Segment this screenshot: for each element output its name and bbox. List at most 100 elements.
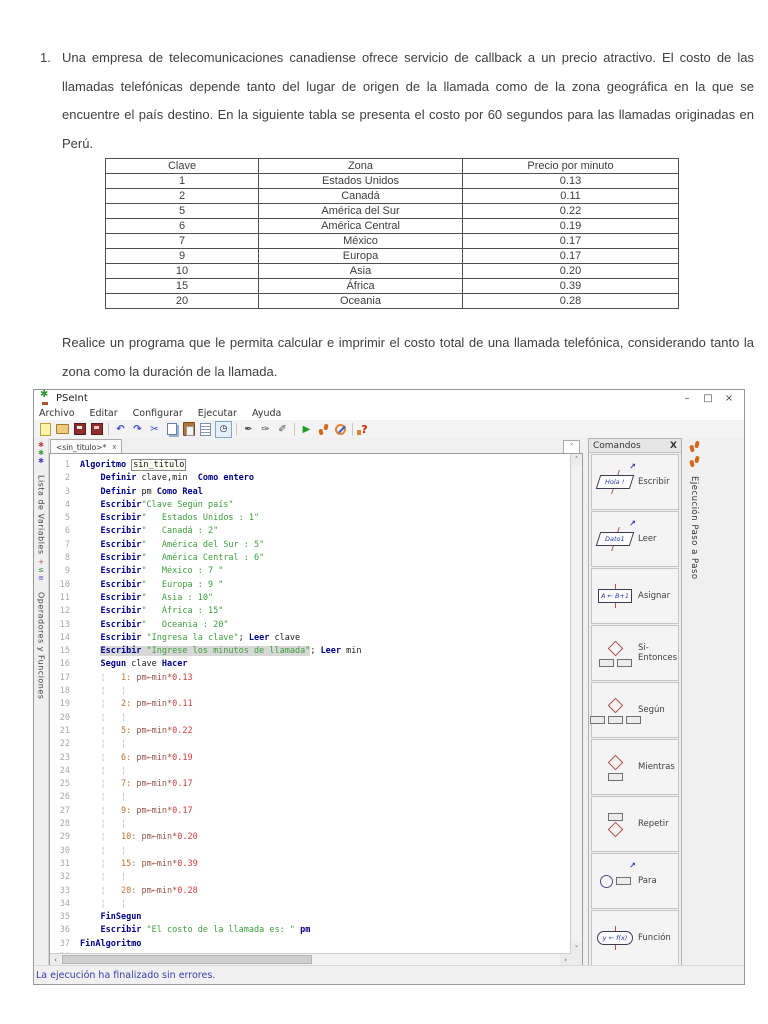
- vertical-scrollbar[interactable]: ˄ ˅: [570, 454, 582, 954]
- minimize-button[interactable]: –: [681, 393, 693, 404]
- command-leer[interactable]: Dato1 ↗ Leer: [591, 511, 679, 567]
- table-header-cell: Precio por minuto: [462, 158, 679, 174]
- scroll-up-icon[interactable]: ˄: [571, 454, 582, 465]
- line-number: 31: [59, 858, 70, 869]
- tab-list-dropdown[interactable]: ˅: [563, 440, 580, 454]
- code-line: 4 Escribir"Clave Según país": [54, 499, 570, 512]
- pseint-logo-icon: [39, 389, 51, 405]
- command-asignar[interactable]: A ← B+1 Asignar: [591, 568, 679, 624]
- pen-arrow-icon: ↗: [629, 462, 636, 471]
- code-line: 12 Escribir" África : 15": [54, 605, 570, 618]
- menu-ejecutar[interactable]: Ejecutar: [198, 408, 237, 419]
- menu-configurar[interactable]: Configurar: [133, 408, 183, 419]
- operators-functions-tab[interactable]: Operadores y Funciones: [37, 592, 46, 699]
- code-line: 36 Escribir "El costo de la llamada es: …: [54, 924, 570, 937]
- menu-ayuda[interactable]: Ayuda: [252, 408, 281, 419]
- command-seg-n[interactable]: Según: [589, 682, 679, 738]
- price-table: Clave Zona Precio por minuto 1 Estados Unido…: [105, 158, 679, 309]
- command-para[interactable]: ↗ Para: [591, 853, 679, 909]
- tab-sin-titulo[interactable]: <sin_titulo>* x: [50, 439, 123, 454]
- table-cell: 2: [105, 188, 259, 204]
- while-loop-icon: [592, 747, 638, 787]
- menu-archivo[interactable]: Archivo: [39, 408, 75, 419]
- scroll-left-icon[interactable]: ‹: [50, 954, 61, 965]
- table-row: 15 África 0.39: [105, 278, 679, 294]
- scrollbar-thumb[interactable]: [62, 955, 312, 964]
- line-number: 7: [64, 539, 70, 550]
- format-icon[interactable]: [198, 422, 213, 437]
- paste-icon[interactable]: [181, 422, 196, 437]
- icon-caption: Hola !: [605, 478, 625, 486]
- line-number: 21: [59, 725, 70, 736]
- draw-flowchart-icon[interactable]: ✒: [241, 422, 256, 437]
- table-header-cell: Clave: [105, 158, 259, 174]
- undo-icon[interactable]: ↶: [113, 422, 128, 437]
- window-title: PSeInt: [56, 393, 88, 404]
- step-execution-tab[interactable]: Ejecución Paso a Paso: [686, 440, 702, 580]
- redo-icon[interactable]: ↷: [130, 422, 145, 437]
- code-line: 8 Escribir" América Central : 6": [54, 552, 570, 565]
- code-line: 25 ¦ 7: pm←min*0.17: [54, 778, 570, 791]
- commands-close-icon[interactable]: X: [670, 441, 677, 451]
- table-cell: 15: [105, 278, 259, 294]
- line-number: 17: [59, 672, 70, 683]
- table-cell: África: [258, 278, 463, 294]
- command-label: Repetir: [638, 819, 669, 829]
- line-number: 3: [64, 486, 70, 497]
- command-mientras[interactable]: Mientras: [591, 739, 679, 795]
- cut-icon[interactable]: ✂: [147, 422, 162, 437]
- command-repetir[interactable]: Repetir: [591, 796, 679, 852]
- code-line: 30 ¦ ¦: [54, 845, 570, 858]
- toolbar: ↶ ↷ ✂ ◷ ✒ ✑ ✐ ▶?: [34, 420, 744, 439]
- line-number: 34: [59, 898, 70, 909]
- circle-shape: [599, 874, 613, 888]
- run-icon[interactable]: ▶: [299, 422, 314, 437]
- help-icon[interactable]: ?: [357, 422, 372, 437]
- command-label: Para: [638, 876, 657, 886]
- command-label: Escribir: [638, 477, 670, 487]
- open-file-icon[interactable]: [55, 422, 70, 437]
- line-number: 20: [59, 712, 70, 723]
- line-number: 29: [59, 832, 70, 843]
- line-number: 33: [59, 885, 70, 896]
- scroll-right-icon[interactable]: ›: [560, 954, 571, 965]
- step-exec-icon[interactable]: ◷: [215, 420, 232, 438]
- tab-close-icon[interactable]: x: [112, 443, 116, 451]
- copy-icon[interactable]: [164, 422, 179, 437]
- code-line: 14 Escribir "Ingresa la clave"; Leer cla…: [54, 632, 570, 645]
- hand-tool-icon[interactable]: ✑: [258, 422, 273, 437]
- horizontal-scrollbar[interactable]: ‹ ›: [50, 953, 571, 965]
- maximize-button[interactable]: □: [702, 393, 714, 404]
- command-si-entonces[interactable]: Si-Entonces: [591, 625, 679, 681]
- close-button[interactable]: ×: [723, 393, 735, 404]
- mini-block: [607, 772, 623, 781]
- scroll-down-icon[interactable]: ˅: [571, 943, 582, 954]
- mini-block: [589, 715, 605, 724]
- new-file-icon[interactable]: [38, 422, 53, 437]
- step-run-icon[interactable]: [316, 422, 331, 437]
- function-pill-icon: y ← f(x): [592, 918, 638, 958]
- convert-icon[interactable]: ✐: [275, 422, 290, 437]
- menu-editar[interactable]: Editar: [90, 408, 118, 419]
- variables-list-tab[interactable]: Lista de Variables: [37, 475, 46, 555]
- line-number: 15: [59, 646, 70, 657]
- code-line: 15 Escribir "Ingrese los minutos de llam…: [54, 645, 570, 658]
- command-label: Asignar: [638, 591, 671, 601]
- commands-panel-title: Comandos: [593, 440, 641, 451]
- debug-icon[interactable]: [333, 422, 348, 437]
- save-as-icon[interactable]: [89, 422, 104, 437]
- command-label: Función: [638, 933, 671, 943]
- code-line: 10 Escribir" Europa : 9 ": [54, 579, 570, 592]
- toolbar-separator: [108, 422, 109, 436]
- pseint-window: PSeInt – □ × Archivo Editar Configurar Ejec…: [33, 389, 745, 985]
- for-loop-icon: ↗: [592, 861, 638, 901]
- command-escribir[interactable]: Hola ! ↗ Escribir: [591, 454, 679, 510]
- table-cell: 20: [105, 293, 259, 309]
- code-editor[interactable]: 1 Algoritmo sin_titulo 2 Definir clave,min…: [49, 453, 583, 966]
- table-cell: Canadá: [258, 188, 463, 204]
- code-line: 13 Escribir" Oceania : 20": [54, 619, 570, 632]
- commands-panel-header: Comandos X: [589, 439, 681, 453]
- command-funci-n[interactable]: y ← f(x) Función: [591, 910, 679, 966]
- code-line: 20 ¦ ¦: [54, 712, 570, 725]
- save-icon[interactable]: [72, 422, 87, 437]
